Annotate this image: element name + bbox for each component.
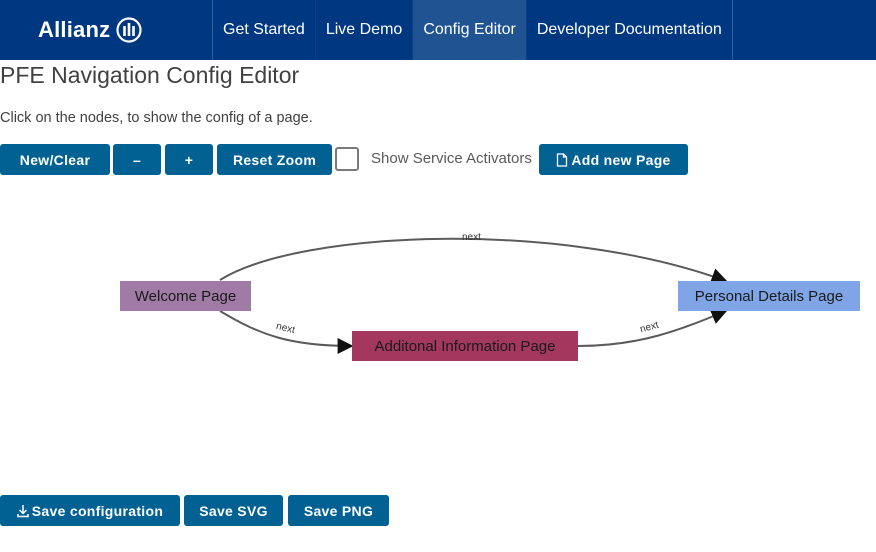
zoom-in-button[interactable]: +	[165, 144, 213, 175]
nav-config-editor[interactable]: Config Editor	[413, 0, 527, 60]
add-new-page-label: Add new Page	[571, 151, 671, 168]
new-clear-button[interactable]: New/Clear	[0, 144, 110, 175]
main-nav: Get Started Live Demo Config Editor Deve…	[212, 0, 733, 60]
node-additional-information-page[interactable]: Additonal Information Page	[352, 331, 578, 361]
allianz-logo[interactable]: Allianz	[38, 14, 142, 46]
top-navbar: Allianz Get Started Live Demo Config Edi…	[0, 0, 876, 60]
show-service-activators-label: Show Service Activators	[371, 150, 532, 167]
nav-get-started[interactable]: Get Started	[213, 0, 316, 60]
navigation-graph[interactable]: next next next Welcome Page Additonal In…	[0, 180, 876, 480]
node-welcome-page[interactable]: Welcome Page	[120, 281, 251, 311]
download-icon	[17, 504, 29, 517]
save-png-button[interactable]: Save PNG	[288, 495, 389, 526]
reset-zoom-button[interactable]: Reset Zoom	[217, 144, 332, 175]
edge-welcome-to-personal	[219, 237, 728, 284]
add-new-page-button[interactable]: Add new Page	[539, 144, 688, 175]
brand-name: Allianz	[38, 17, 111, 42]
edge-label-welcome-personal: next	[462, 232, 481, 243]
file-icon	[557, 152, 568, 167]
page-title: PFE Navigation Config Editor	[0, 62, 300, 88]
save-configuration-button[interactable]: Save configuration	[0, 495, 180, 526]
allianz-eagle-icon	[116, 17, 142, 43]
nav-developer-documentation[interactable]: Developer Documentation	[527, 0, 733, 60]
save-configuration-label: Save configuration	[31, 502, 164, 519]
nav-live-demo[interactable]: Live Demo	[316, 0, 414, 60]
graph-edges	[219, 237, 728, 354]
node-personal-details-page[interactable]: Personal Details Page	[678, 281, 860, 311]
instructions-text: Click on the nodes, to show the config o…	[0, 110, 313, 126]
save-svg-button[interactable]: Save SVG	[184, 495, 283, 526]
zoom-out-button[interactable]: –	[113, 144, 161, 175]
show-service-activators-checkbox[interactable]	[335, 147, 359, 171]
